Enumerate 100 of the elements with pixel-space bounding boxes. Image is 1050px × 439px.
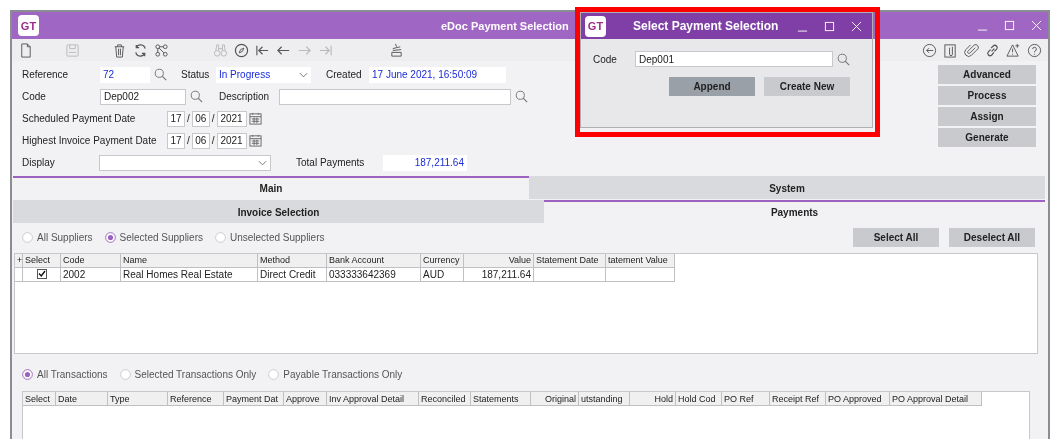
checkbox[interactable]: [36, 269, 47, 280]
field-label: Total Payments: [296, 157, 366, 169]
column-header[interactable]: Statements: [471, 392, 531, 407]
column-header[interactable]: Reconciled: [419, 392, 471, 407]
field-label: Code: [593, 53, 618, 65]
action-button[interactable]: Process: [938, 85, 1036, 105]
document-clip-icon[interactable]: [943, 42, 958, 58]
tab[interactable]: Invoice Selection: [13, 200, 545, 224]
stack-icon[interactable]: [389, 42, 404, 58]
column-header[interactable]: Receipt Ref: [770, 392, 826, 407]
day-field[interactable]: 17: [167, 132, 185, 149]
field-label: Code: [22, 91, 47, 103]
month-field[interactable]: 06: [191, 110, 210, 127]
action-button[interactable]: Generate: [938, 127, 1036, 147]
column-header[interactable]: +: [15, 253, 23, 268]
selection-button[interactable]: Select All: [853, 228, 939, 248]
action-button[interactable]: Advanced: [938, 64, 1036, 84]
reference-field[interactable]: 72: [100, 66, 150, 83]
column-header[interactable]: Select: [23, 253, 61, 268]
description-field[interactable]: [279, 88, 511, 105]
new-document-icon[interactable]: [18, 42, 33, 58]
total-payments-field: 187,211.64: [383, 154, 467, 171]
column-header[interactable]: utstanding: [579, 392, 630, 407]
column-header[interactable]: Currency: [421, 253, 464, 268]
field-label: Highest Invoice Payment Date: [22, 135, 158, 147]
radio-label[interactable]: Selected Transactions Only: [134, 369, 257, 381]
column-header[interactable]: tatement Value: [606, 253, 675, 268]
day-field[interactable]: 17: [167, 110, 185, 127]
maximize-icon[interactable]: [1004, 20, 1015, 32]
column-header[interactable]: Method: [258, 253, 327, 268]
radio-label[interactable]: Selected Suppliers: [119, 232, 203, 244]
app-logo: GT: [18, 15, 39, 37]
date-separator: /: [187, 113, 190, 125]
link-icon[interactable]: [985, 42, 1000, 58]
help-icon[interactable]: [1027, 42, 1042, 58]
table-cell: [606, 267, 675, 282]
back-icon[interactable]: [922, 42, 937, 58]
field-label: Status: [181, 69, 211, 81]
column-header[interactable]: Hold Cod: [676, 392, 722, 407]
column-header[interactable]: PO Ref: [722, 392, 770, 407]
tab[interactable]: System: [529, 176, 1045, 200]
radio-button[interactable]: [104, 232, 116, 244]
column-header[interactable]: PO Approval Detail: [890, 392, 982, 407]
column-header[interactable]: Payment Dat: [224, 392, 284, 407]
close-icon[interactable]: [851, 20, 862, 32]
column-header[interactable]: Code: [61, 253, 121, 268]
column-header[interactable]: Bank Account: [327, 253, 421, 268]
month-field[interactable]: 06: [191, 132, 210, 149]
dialog-button[interactable]: Create New: [764, 77, 850, 96]
field-label: Created: [326, 69, 363, 81]
column-header[interactable]: Select: [23, 392, 56, 407]
column-header[interactable]: Statement Date: [534, 253, 606, 268]
table-cell: 2002: [61, 267, 121, 282]
workflow-icon[interactable]: [154, 42, 169, 58]
radio-label[interactable]: All Transactions: [37, 369, 108, 381]
maximize-icon[interactable]: [824, 20, 835, 32]
close-icon[interactable]: [1031, 20, 1042, 32]
app-logo: GT: [585, 15, 606, 37]
status-dropdown[interactable]: In Progress: [216, 66, 311, 83]
radio-label[interactable]: Payable Transactions Only: [283, 369, 403, 381]
column-header[interactable]: Type: [108, 392, 168, 407]
column-header[interactable]: Reference: [168, 392, 224, 407]
radio-button[interactable]: [22, 369, 33, 381]
radio-button[interactable]: [119, 369, 131, 381]
column-header[interactable]: Name: [121, 253, 258, 268]
trash-icon[interactable]: [112, 42, 127, 58]
column-header[interactable]: Hold: [630, 392, 676, 407]
dialog-title: Select Payment Selection: [633, 19, 779, 33]
year-field[interactable]: 2021: [216, 132, 247, 149]
paperclip-icon[interactable]: [964, 42, 979, 58]
action-button[interactable]: Assign: [938, 106, 1036, 126]
field-label: Reference: [22, 69, 70, 81]
column-header[interactable]: Inv Approval Detail: [327, 392, 419, 407]
column-header[interactable]: Approve: [284, 392, 327, 407]
search-icon[interactable]: [837, 52, 850, 66]
column-header[interactable]: Value: [464, 253, 534, 268]
radio-button[interactable]: [22, 232, 33, 244]
year-field[interactable]: 2021: [216, 110, 247, 127]
warning-icon[interactable]: [1006, 42, 1021, 58]
search-icon[interactable]: [515, 90, 528, 104]
created-field: 17 June 2021, 16:50:09: [369, 66, 506, 83]
column-header[interactable]: Original: [531, 392, 579, 407]
refresh-icon[interactable]: [133, 42, 148, 58]
search-icon[interactable]: [154, 68, 167, 82]
radio-label[interactable]: Unselected Suppliers: [230, 232, 325, 244]
calendar-icon[interactable]: [248, 134, 262, 148]
search-icon[interactable]: [190, 90, 203, 104]
code-field[interactable]: Dep001: [635, 51, 833, 67]
field-label: Display: [22, 157, 56, 169]
calendar-icon[interactable]: [248, 112, 262, 126]
column-header[interactable]: PO Approved: [826, 392, 890, 407]
selection-button[interactable]: Deselect All: [949, 228, 1035, 248]
code-field[interactable]: Dep002: [100, 88, 186, 105]
dialog-button[interactable]: Append: [669, 77, 755, 96]
compass-icon[interactable]: [234, 42, 249, 58]
date-separator: /: [211, 135, 215, 147]
radio-button[interactable]: [215, 232, 226, 244]
radio-button[interactable]: [268, 369, 280, 381]
column-header[interactable]: Date: [56, 392, 108, 407]
radio-label[interactable]: All Suppliers: [37, 232, 93, 244]
